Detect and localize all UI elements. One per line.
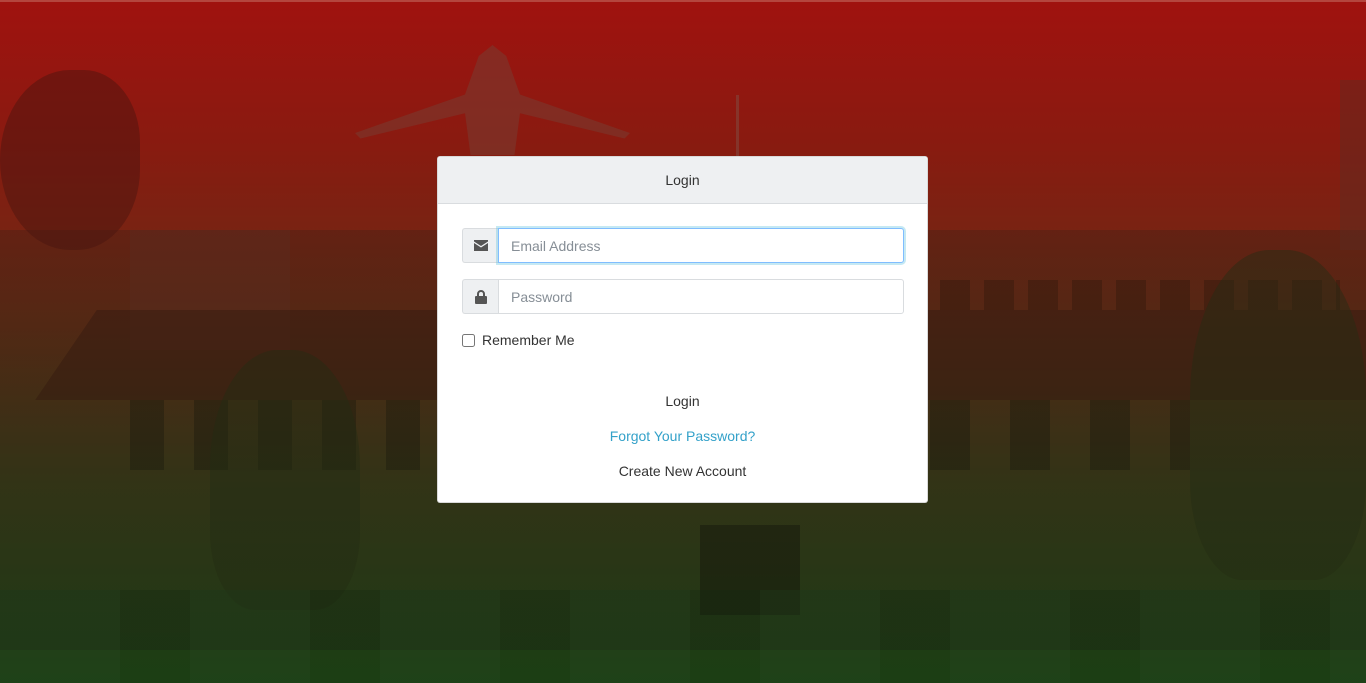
background-tree-left (0, 70, 140, 250)
background-tower-right (1340, 80, 1366, 250)
login-card-header: Login (438, 157, 927, 204)
email-input-group (462, 228, 904, 263)
background-tree-middle (210, 350, 360, 610)
envelope-icon (462, 228, 498, 263)
background-vehicles (0, 590, 1366, 683)
create-account-link[interactable]: Create New Account (462, 454, 903, 489)
background-tree-right (1190, 250, 1366, 580)
remember-me-label: Remember Me (482, 332, 575, 348)
login-form: Remember Me Login Forgot Your Password? … (438, 204, 927, 489)
form-actions: Login Forgot Your Password? Create New A… (462, 384, 903, 489)
forgot-password-link[interactable]: Forgot Your Password? (462, 419, 903, 454)
password-input-group (462, 279, 904, 314)
email-field[interactable] (498, 228, 904, 263)
login-card: Login Remember Me (437, 156, 928, 503)
lock-icon (462, 279, 498, 314)
login-card-title: Login (665, 172, 700, 188)
background-statue (355, 45, 630, 155)
remember-me-row[interactable]: Remember Me (462, 330, 903, 350)
remember-me-checkbox[interactable] (462, 333, 475, 347)
password-field[interactable] (498, 279, 904, 314)
login-button[interactable]: Login (462, 384, 903, 419)
top-edge-line (0, 0, 1366, 2)
background-flagpole (736, 95, 739, 157)
background-windows-right (930, 400, 1190, 470)
